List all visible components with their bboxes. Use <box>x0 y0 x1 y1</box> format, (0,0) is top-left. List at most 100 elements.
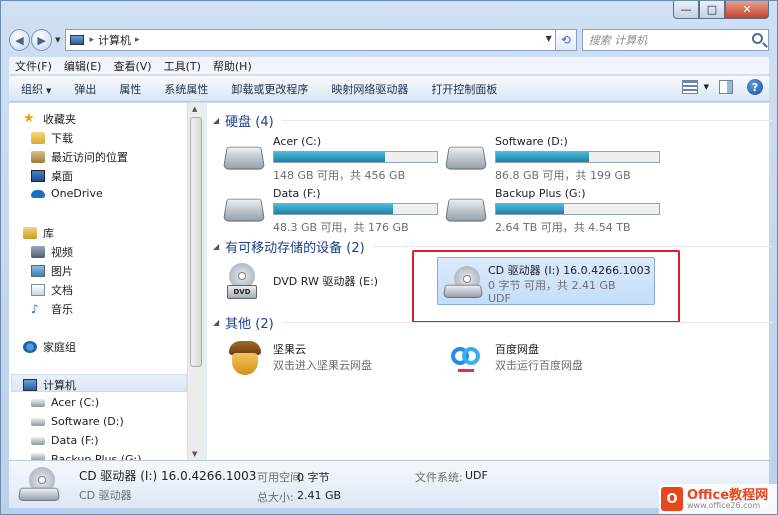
menu-help[interactable]: 帮助(H) <box>213 58 252 74</box>
help-icon[interactable]: ? <box>747 79 763 95</box>
content-area: ★ 收藏夹 下载 最近访问的位置 桌面 OneDrive 库 视频 图片 文档 … <box>9 103 773 463</box>
hard-drive-icon <box>31 398 45 407</box>
sidebar-item-label: 桌面 <box>51 170 73 183</box>
organize-button[interactable]: 组织 ▼ <box>21 81 51 97</box>
forward-arrow-icon: ▶ <box>37 33 46 47</box>
search-icon[interactable] <box>751 33 763 44</box>
menu-file[interactable]: 文件(F) <box>15 58 52 74</box>
drive-usage-fill <box>274 152 385 162</box>
group-divider <box>281 322 773 323</box>
desktop-icon <box>31 170 45 182</box>
address-dropdown-icon[interactable]: ▼ <box>546 34 552 43</box>
sidebar-item-desktop[interactable]: 桌面 <box>31 168 73 184</box>
drive-name: Acer (C:) <box>273 135 322 148</box>
system-properties-button[interactable]: 系统属性 <box>164 81 208 97</box>
sidebar-item-drive-f[interactable]: Data (F:) <box>31 434 99 447</box>
details-name: CD 驱动器 (I:) 16.0.4266.1003 <box>79 469 257 483</box>
sidebar-item-onedrive[interactable]: OneDrive <box>31 187 103 200</box>
recent-places-icon <box>31 151 45 163</box>
sidebar-favorites[interactable]: ★ 收藏夹 <box>23 111 76 127</box>
sidebar-item-downloads[interactable]: 下载 <box>31 130 73 146</box>
group-title: 有可移动存储的设备 (2) <box>225 241 365 256</box>
menu-view[interactable]: 查看(V) <box>113 58 151 74</box>
back-button[interactable]: ◀ <box>9 29 31 51</box>
sidebar-library[interactable]: 库 <box>23 225 54 241</box>
group-divider <box>281 120 773 121</box>
drive-tile[interactable]: Data (F:) 48.3 GB 可用，共 176 GB <box>217 185 438 234</box>
sidebar-item-drive-c[interactable]: Acer (C:) <box>31 396 99 409</box>
dvd-drive-tile[interactable]: DVD DVD RW 驱动器 (E:) <box>217 259 432 307</box>
sidebar-item-documents[interactable]: 文档 <box>31 282 73 298</box>
hard-drive-icon <box>31 417 45 426</box>
sidebar-item-label: 下载 <box>51 132 73 145</box>
drive-name: Data (F:) <box>273 187 321 200</box>
details-total-label: 总大小: <box>257 491 294 504</box>
drive-tile[interactable]: Backup Plus (G:) 2.64 TB 可用，共 4.54 TB <box>439 185 660 234</box>
baidu-netdisk-tile[interactable]: 百度网盘 双击运行百度网盘 <box>439 335 654 383</box>
hard-drive-icon <box>444 198 488 222</box>
group-other[interactable]: ◢ 其他 (2) <box>213 313 773 332</box>
breadcrumb-computer[interactable]: 计算机 <box>98 32 131 48</box>
music-library-icon: ♪ <box>31 302 39 316</box>
uninstall-program-button[interactable]: 卸载或更改程序 <box>231 81 308 97</box>
drive-usage-bar <box>273 151 438 163</box>
map-network-drive-button[interactable]: 映射网络驱动器 <box>331 81 408 97</box>
library-icon <box>23 227 37 239</box>
details-pane: CD 驱动器 (I:) 16.0.4266.1003 CD 驱动器 可用空间: … <box>9 460 769 508</box>
group-hard-drives[interactable]: ◢ 硬盘 (4) <box>213 111 773 130</box>
item-description: 双击运行百度网盘 <box>495 359 583 372</box>
drive-tile[interactable]: Software (D:) 86.8 GB 可用，共 199 GB <box>439 133 660 182</box>
open-control-panel-button[interactable]: 打开控制面板 <box>431 81 497 97</box>
item-description: 双击进入坚果云网盘 <box>273 359 372 372</box>
menu-edit[interactable]: 编辑(E) <box>64 58 102 74</box>
navigation-row: ◀ ▶ ▼ ▸ 计算机 ▸ ▼ ⟲ 搜索 计算机 <box>9 27 769 53</box>
menu-bar: 文件(F) 编辑(E) 查看(V) 工具(T) 帮助(H) <box>9 57 769 75</box>
address-bar[interactable]: ▸ 计算机 ▸ ▼ <box>64 29 556 51</box>
breadcrumb-separator-icon[interactable]: ▸ <box>90 35 95 45</box>
sidebar-item-pictures[interactable]: 图片 <box>31 263 73 279</box>
forward-button[interactable]: ▶ <box>31 29 53 51</box>
sidebar-item-label: 视频 <box>51 246 73 259</box>
sidebar-computer[interactable]: 计算机 <box>23 377 76 393</box>
drive-name: Backup Plus (G:) <box>495 187 586 200</box>
homegroup-icon <box>23 341 37 353</box>
view-dropdown-icon[interactable]: ▼ <box>704 83 709 91</box>
maximize-button[interactable]: □ <box>699 1 725 19</box>
scrollbar-thumb[interactable] <box>190 117 202 367</box>
sidebar-item-recent[interactable]: 最近访问的位置 <box>31 149 128 165</box>
eject-button[interactable]: 弹出 <box>74 81 96 97</box>
history-dropdown-icon[interactable]: ▼ <box>55 36 60 44</box>
office-logo-icon: O <box>661 487 683 511</box>
scroll-up-icon[interactable]: ▲ <box>192 105 197 113</box>
preview-pane-icon[interactable] <box>719 80 733 94</box>
scroll-down-icon[interactable]: ▼ <box>192 450 197 458</box>
navigation-pane: ★ 收藏夹 下载 最近访问的位置 桌面 OneDrive 库 视频 图片 文档 … <box>9 103 187 463</box>
cloud-icon <box>31 189 45 198</box>
star-icon: ★ <box>23 111 35 126</box>
explorer-window: — □ ✕ ◀ ▶ ▼ ▸ 计算机 ▸ ▼ ⟲ 搜索 计算机 文件(F) 编辑(… <box>0 0 778 515</box>
close-button[interactable]: ✕ <box>725 1 769 19</box>
refresh-button[interactable]: ⟲ <box>555 29 577 51</box>
menu-tools[interactable]: 工具(T) <box>164 58 201 74</box>
sidebar-item-label: 家庭组 <box>43 341 76 354</box>
sidebar-item-label: 最近访问的位置 <box>51 151 128 164</box>
drive-tile[interactable]: Acer (C:) 148 GB 可用，共 456 GB <box>217 133 438 182</box>
document-library-icon <box>31 284 45 296</box>
group-title: 其他 (2) <box>225 317 274 332</box>
view-options-icon[interactable] <box>681 80 698 94</box>
search-input[interactable]: 搜索 计算机 <box>581 29 769 51</box>
sidebar-item-label: Acer (C:) <box>51 396 100 409</box>
minimize-button[interactable]: — <box>673 1 699 19</box>
properties-button[interactable]: 属性 <box>119 81 141 97</box>
sidebar-item-label: 计算机 <box>43 379 76 392</box>
navigation-scrollbar[interactable]: ▲ ▼ <box>187 103 204 460</box>
sidebar-item-music[interactable]: ♪ 音乐 <box>31 301 73 317</box>
sidebar-item-label: 库 <box>43 227 54 240</box>
sidebar-item-drive-d[interactable]: Software (D:) <box>31 415 124 428</box>
nutstore-tile[interactable]: 坚果云 双击进入坚果云网盘 <box>217 335 432 383</box>
watermark-url: www.office26.com <box>687 500 761 510</box>
breadcrumb-separator-icon[interactable]: ▸ <box>135 35 140 45</box>
drive-detail: 2.64 TB 可用，共 4.54 TB <box>495 221 631 234</box>
sidebar-homegroup[interactable]: 家庭组 <box>23 339 76 355</box>
sidebar-item-videos[interactable]: 视频 <box>31 244 73 260</box>
